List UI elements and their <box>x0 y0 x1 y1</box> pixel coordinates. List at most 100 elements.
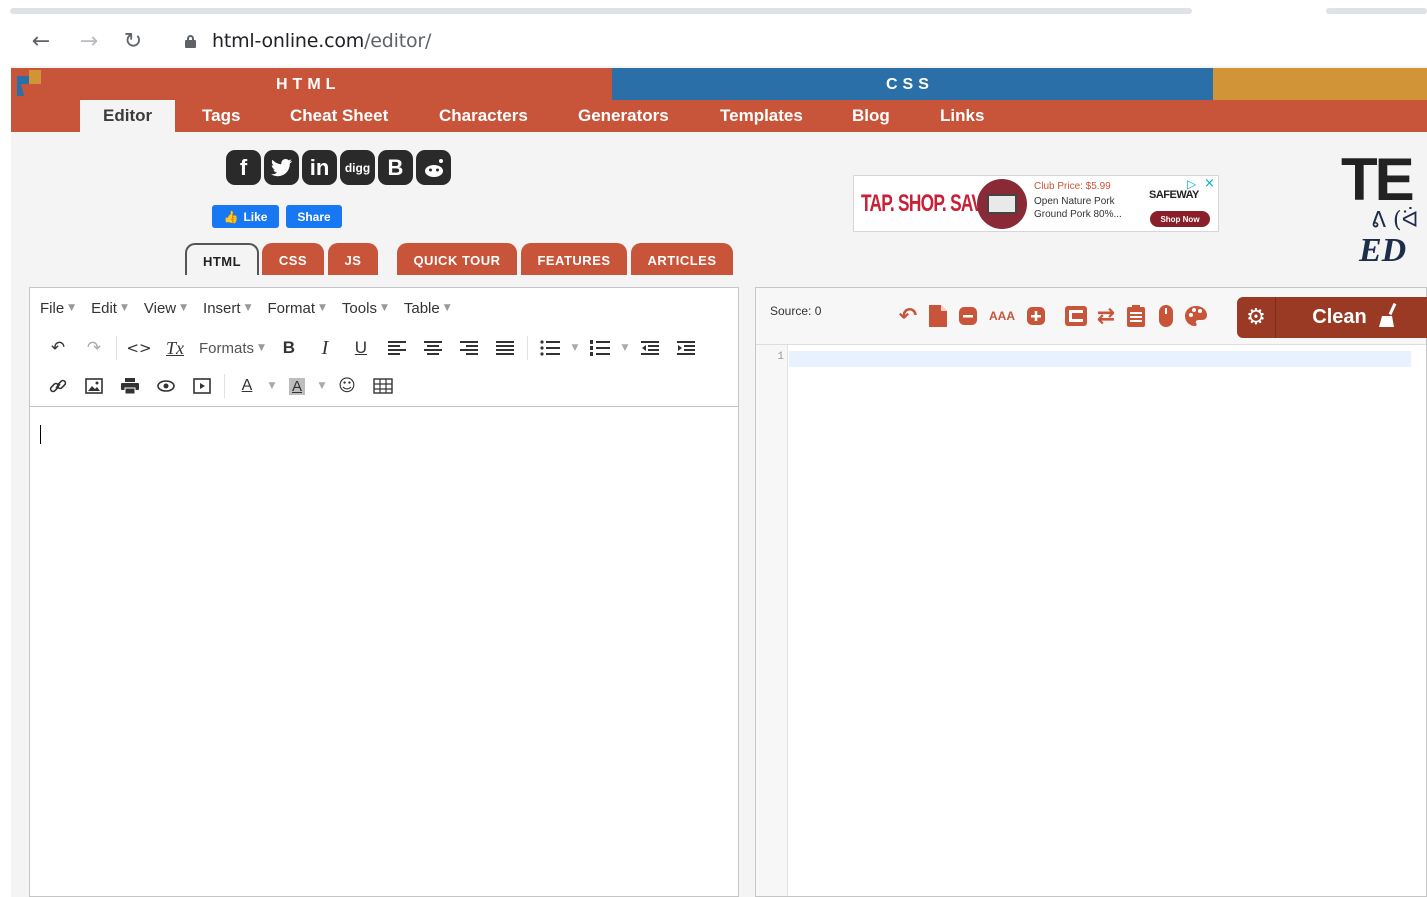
palette-icon[interactable] <box>1184 302 1208 330</box>
top-color-strip: HTML CSS <box>11 68 1427 100</box>
image-icon[interactable] <box>76 371 112 401</box>
html-strip[interactable]: HTML <box>11 68 612 100</box>
increase-font-icon[interactable] <box>1024 302 1048 330</box>
adchoices-icon[interactable]: ▷ <box>1187 177 1196 191</box>
url-domain: html-online.com <box>212 30 365 52</box>
twitter-icon[interactable] <box>264 150 299 185</box>
browser-tab[interactable] <box>1326 8 1427 14</box>
source-code-area[interactable] <box>789 351 1411 367</box>
print-icon[interactable] <box>112 371 148 401</box>
advertisement-banner[interactable]: TAP. SHOP. SAVE. Club Price: $5.99 Open … <box>853 175 1219 232</box>
tab-js[interactable]: JS <box>328 243 378 275</box>
tab-articles[interactable]: ARTICLES <box>631 243 733 275</box>
clear-formatting-icon[interactable]: Tx <box>157 333 193 363</box>
menu-insert[interactable]: Insert ▼ <box>203 300 251 317</box>
reddit-icon[interactable] <box>416 150 451 185</box>
reload-icon[interactable]: ↻ <box>119 27 147 55</box>
background-color-icon[interactable]: A <box>279 371 315 401</box>
table-icon[interactable] <box>365 371 401 401</box>
brand-logo[interactable]: TE ᕕ (ᐛ ED <box>1341 150 1427 270</box>
toolbar-divider <box>526 336 528 360</box>
ad-shop-now-button[interactable]: Shop Now <box>1150 211 1210 227</box>
tab-features[interactable]: FEATURES <box>521 243 627 275</box>
menu-characters[interactable]: Characters <box>416 100 551 132</box>
justify-icon[interactable] <box>487 333 523 363</box>
caret-down-icon[interactable]: ▼ <box>618 333 632 363</box>
browser-toolbar: ← → ↻ html-online.com/editor/ <box>0 16 1427 66</box>
caret-down-icon[interactable]: ▼ <box>315 371 329 401</box>
menu-file[interactable]: File ▼ <box>40 300 75 317</box>
editor-toolbar-row2: A ▼ A ▼ ☺ <box>30 367 738 405</box>
undo-icon[interactable]: ↶ <box>896 302 920 330</box>
menu-cheat-sheet[interactable]: Cheat Sheet <box>267 100 411 132</box>
underline-icon[interactable]: U <box>343 333 379 363</box>
css-strip[interactable]: CSS <box>612 68 1213 100</box>
align-right-icon[interactable] <box>451 333 487 363</box>
bullet-list-icon[interactable] <box>532 333 568 363</box>
address-bar[interactable]: html-online.com/editor/ <box>212 28 431 54</box>
menu-tags[interactable]: Tags <box>179 100 263 132</box>
tab-quick-tour[interactable]: QUICK TOUR <box>397 243 517 275</box>
linkedin-icon[interactable]: in <box>302 150 337 185</box>
redo-icon[interactable]: ↷ <box>76 333 112 363</box>
tab-html[interactable]: HTML <box>185 243 259 275</box>
formats-dropdown[interactable]: Formats ▼ <box>193 333 271 363</box>
wysiwyg-content-area[interactable] <box>30 406 738 896</box>
clipboard-icon[interactable] <box>1124 302 1148 330</box>
toolbar-divider <box>224 374 225 398</box>
menu-table[interactable]: Table ▼ <box>404 300 451 317</box>
text-color-icon[interactable]: A <box>229 371 265 401</box>
convert-icon[interactable]: ⇄ <box>1094 302 1118 330</box>
facebook-like-button[interactable]: 👍 Like <box>212 205 279 228</box>
blogger-icon[interactable]: B <box>378 150 413 185</box>
source-toolbar: Source: 0 ↶ AAA ⇄ ⚙ Clean <box>756 288 1427 345</box>
menu-links[interactable]: Links <box>917 100 1007 132</box>
mouse-icon[interactable] <box>1154 302 1178 330</box>
line-number-gutter: 1 <box>756 345 788 896</box>
align-center-icon[interactable] <box>415 333 451 363</box>
js-strip[interactable] <box>1213 68 1427 100</box>
lock-icon[interactable] <box>185 35 196 48</box>
menu-edit[interactable]: Edit ▼ <box>91 300 128 317</box>
menu-view[interactable]: View ▼ <box>144 300 187 317</box>
menu-blog[interactable]: Blog <box>829 100 913 132</box>
facebook-share-button[interactable]: Share <box>286 205 342 228</box>
editor-menubar: File ▼ Edit ▼ View ▼ Insert ▼ Format ▼ Tools ▼… <box>30 288 738 328</box>
forward-arrow-icon[interactable]: → <box>75 27 103 55</box>
menu-generators[interactable]: Generators <box>555 100 692 132</box>
menu-format[interactable]: Format ▼ <box>267 300 325 317</box>
facebook-icon[interactable]: f <box>226 150 261 185</box>
preview-eye-icon[interactable] <box>148 371 184 401</box>
brand-logo-line2: ᕕ (ᐛ <box>1371 208 1419 233</box>
digg-icon[interactable]: digg <box>340 150 375 185</box>
toolbar-divider <box>116 336 117 360</box>
emoticon-icon[interactable]: ☺ <box>329 371 365 401</box>
link-icon[interactable] <box>40 371 76 401</box>
align-left-icon[interactable] <box>379 333 415 363</box>
settings-gear-icon[interactable]: ⚙ <box>1237 297 1275 338</box>
menu-templates[interactable]: Templates <box>697 100 826 132</box>
menu-format-label: Format <box>267 299 315 317</box>
caret-down-icon[interactable]: ▼ <box>265 371 279 401</box>
tab-css[interactable]: CSS <box>262 243 324 275</box>
clean-button[interactable]: Clean <box>1275 297 1427 338</box>
numbered-list-icon[interactable] <box>582 333 618 363</box>
close-icon[interactable]: × <box>1204 176 1215 191</box>
bold-icon[interactable]: B <box>271 333 307 363</box>
caret-down-icon[interactable]: ▼ <box>568 333 582 363</box>
browser-tab[interactable] <box>10 8 1192 14</box>
caret-down-icon: ▼ <box>120 303 128 313</box>
indent-icon[interactable] <box>668 333 704 363</box>
new-document-icon[interactable] <box>926 302 950 330</box>
outdent-icon[interactable] <box>632 333 668 363</box>
compress-icon[interactable] <box>1064 302 1088 330</box>
italic-icon[interactable]: I <box>307 333 343 363</box>
site-logo-icon[interactable] <box>17 70 49 100</box>
undo-icon[interactable]: ↶ <box>40 333 76 363</box>
source-code-icon[interactable]: <> <box>121 333 157 363</box>
media-icon[interactable] <box>184 371 220 401</box>
decrease-font-icon[interactable] <box>956 302 980 330</box>
back-arrow-icon[interactable]: ← <box>27 27 55 55</box>
menu-editor[interactable]: Editor <box>80 100 176 132</box>
menu-tools[interactable]: Tools ▼ <box>342 300 388 317</box>
